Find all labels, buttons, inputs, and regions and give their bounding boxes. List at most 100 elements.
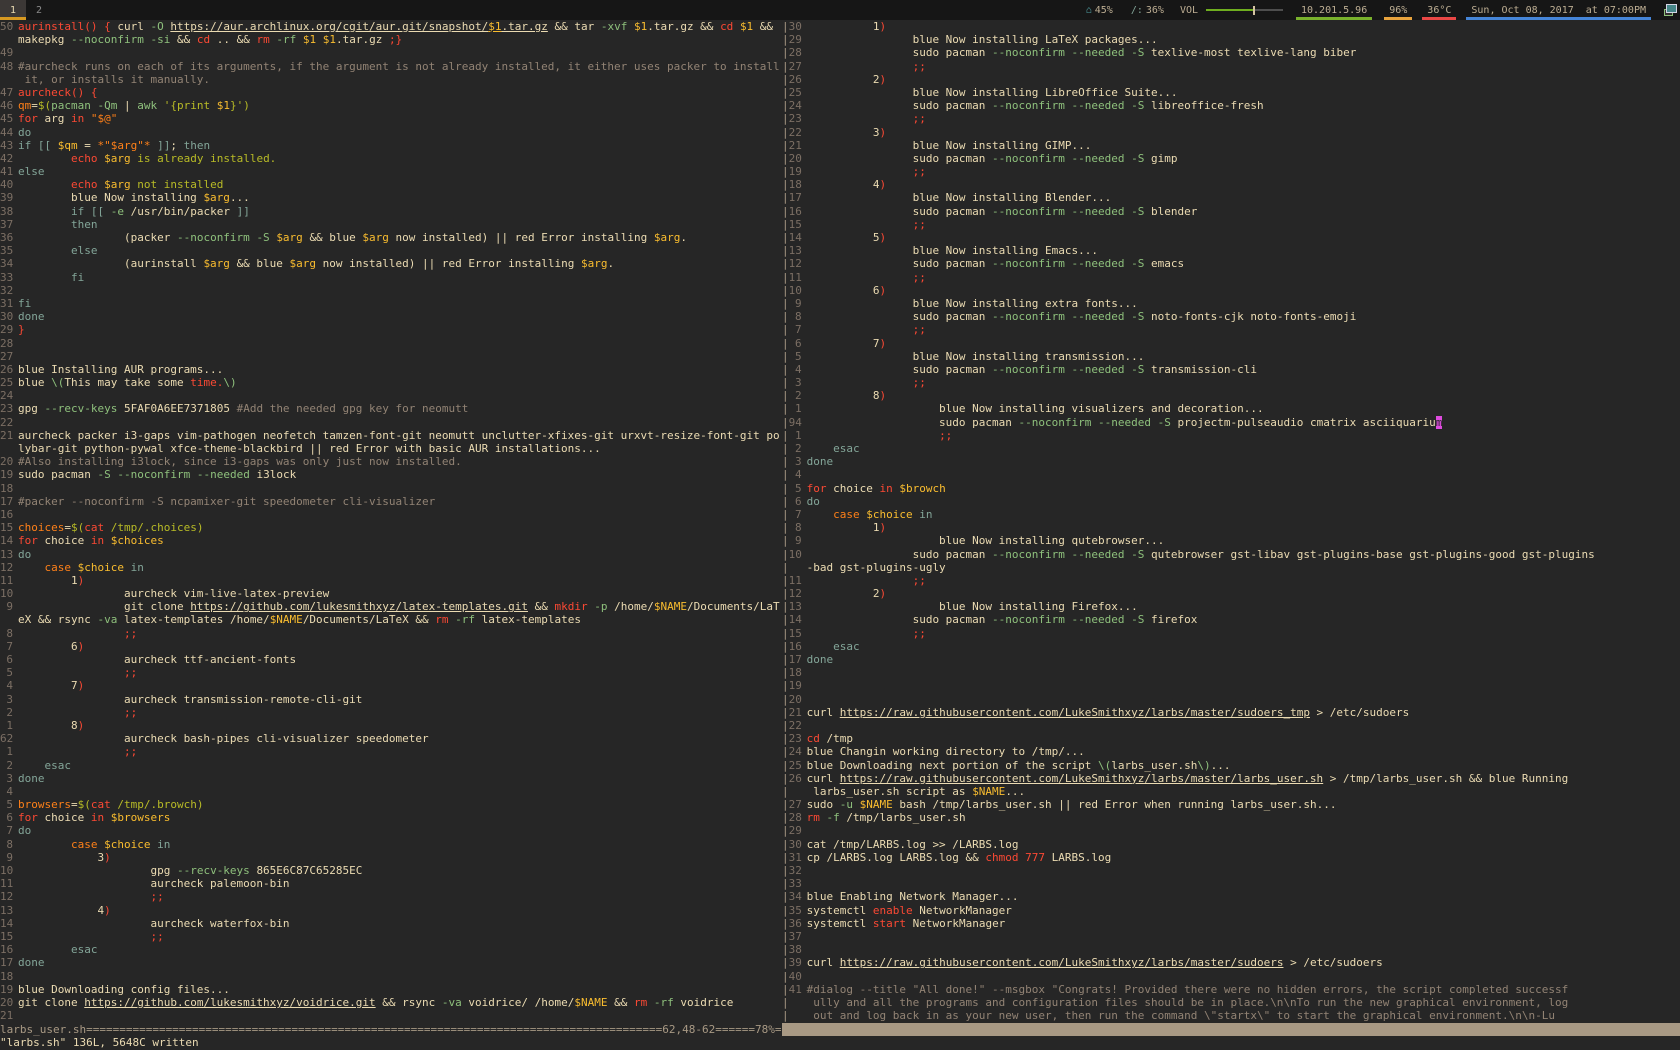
code-row: |17 blue Now installing Blender... (782, 191, 1680, 204)
volume-slider[interactable] (1206, 0, 1283, 20)
window-separator: | (782, 112, 789, 125)
workspace-button-2[interactable]: 2 (26, 0, 52, 20)
code-row: 17#packer --noconfirm -S ncpamixer-git s… (0, 495, 782, 508)
line-number: 38 (789, 943, 802, 956)
code-row: 27 (0, 350, 782, 363)
line-number: 30 (789, 20, 802, 33)
tray-monitor-icon-screen (1666, 4, 1677, 13)
window-separator: | (782, 205, 789, 218)
window-separator: | (782, 244, 789, 257)
line-number: 6 (0, 811, 13, 824)
line-number: 16 (0, 943, 13, 956)
line-number: 19 (789, 679, 802, 692)
code-row: 29} (0, 323, 782, 336)
line-number: 12 (789, 587, 802, 600)
window-separator: | (782, 864, 789, 877)
window-separator: | (782, 640, 789, 653)
code-row: 9 3) (0, 851, 782, 864)
code-row: |1 ;; (782, 429, 1680, 442)
tray-monitor-icon[interactable] (1664, 4, 1678, 16)
code-row: |4 sudo pacman --noconfirm --needed -S t… (782, 363, 1680, 376)
window-separator: | (782, 46, 789, 59)
line-number: 1 (789, 402, 802, 415)
window-separator: | (782, 811, 789, 824)
window-separator: | (782, 482, 789, 495)
code-row: 32 (0, 284, 782, 297)
battery-status: 96% (1389, 0, 1407, 20)
code-row: |16 esac (782, 640, 1680, 653)
code-row: |26 2) (782, 73, 1680, 86)
vim-message-line: "larbs.sh" 136L, 5648C written (0, 1036, 1680, 1049)
line-number: 10 (789, 548, 802, 561)
code-row: 16 (0, 508, 782, 521)
line-number: 14 (789, 231, 802, 244)
window-separator: | (782, 86, 789, 99)
line-number: 45 (0, 112, 13, 125)
code-row: 39 blue Now installing $arg... (0, 191, 782, 204)
vim-statusline: larbs_user.sh===========================… (0, 1023, 1680, 1036)
code-row: 1 ;; (0, 745, 782, 758)
code-row: 3done (0, 772, 782, 785)
code-row: 4 (0, 785, 782, 798)
line-number: 29 (789, 824, 802, 837)
code-row: |23 ;; (782, 112, 1680, 125)
line-number: 40 (0, 178, 13, 191)
right-pane[interactable]: |30 1)|29 blue Now installing LaTeX pack… (782, 20, 1680, 1023)
line-number: 50 (0, 20, 13, 33)
code-row: 36 (packer --noconfirm -S $arg && blue $… (0, 231, 782, 244)
code-row: 19blue Downloading config files... (0, 983, 782, 996)
line-number: 2 (0, 706, 13, 719)
volume-slider-track (1255, 9, 1283, 11)
code-row: 44do (0, 126, 782, 139)
window-separator: | (782, 139, 789, 152)
window-separator: | (782, 271, 789, 284)
code-row: |4 (782, 468, 1680, 481)
code-row: |19 ;; (782, 165, 1680, 178)
window-separator: | (782, 73, 789, 86)
code-row: 28 (0, 337, 782, 350)
ip-address-status: 10.201.5.96 (1301, 0, 1367, 20)
line-number: 16 (789, 640, 802, 653)
line-number: 47 (0, 86, 13, 99)
line-number: 12 (789, 257, 802, 270)
code-row: |6do (782, 495, 1680, 508)
line-number: 32 (0, 284, 13, 297)
code-row: |8 1) (782, 521, 1680, 534)
code-row: 15 ;; (0, 930, 782, 943)
root-partition-icon: /: (1131, 5, 1143, 16)
code-row: |11 ;; (782, 574, 1680, 587)
volume-slider-fill (1206, 9, 1253, 11)
line-number: 24 (789, 99, 802, 112)
line-number: 13 (789, 600, 802, 613)
line-number: 21 (789, 706, 802, 719)
line-number: 31 (0, 297, 13, 310)
line-number: 15 (0, 930, 13, 943)
code-row: |24blue Changin working directory to /tm… (782, 745, 1680, 758)
line-number: 17 (789, 191, 802, 204)
line-number: 26 (789, 73, 802, 86)
code-row: 6for choice in $browsers (0, 811, 782, 824)
volume-label: VOL (1180, 5, 1198, 16)
window-separator: | (782, 257, 789, 270)
code-row: 22 (0, 416, 782, 429)
code-row: |23cd /tmp (782, 732, 1680, 745)
code-row: 20#Also installing i3lock, since i3-gaps… (0, 455, 782, 468)
window-separator: | (782, 218, 789, 231)
code-row: |27 ;; (782, 60, 1680, 73)
line-number: 18 (789, 178, 802, 191)
code-row: |34blue Enabling Network Manager... (782, 890, 1680, 903)
code-row: 48#aurcheck runs on each of its argument… (0, 60, 782, 73)
workspace-button-1[interactable]: 1 (0, 0, 26, 20)
code-row: 10 aurcheck vim-live-latex-preview (0, 587, 782, 600)
line-number: 26 (789, 772, 802, 785)
line-number: 23 (789, 732, 802, 745)
code-row: |11 ;; (782, 271, 1680, 284)
left-pane[interactable]: 50aurinstall() { curl -O https://aur.arc… (0, 20, 782, 1023)
code-row: 18 (0, 970, 782, 983)
line-number: 10 (0, 864, 13, 877)
code-row: |-bad gst-plugins-ugly (782, 561, 1680, 574)
window-separator: | (782, 337, 789, 350)
code-row: |38 (782, 943, 1680, 956)
code-row: 17done (0, 956, 782, 969)
line-number: 36 (0, 231, 13, 244)
